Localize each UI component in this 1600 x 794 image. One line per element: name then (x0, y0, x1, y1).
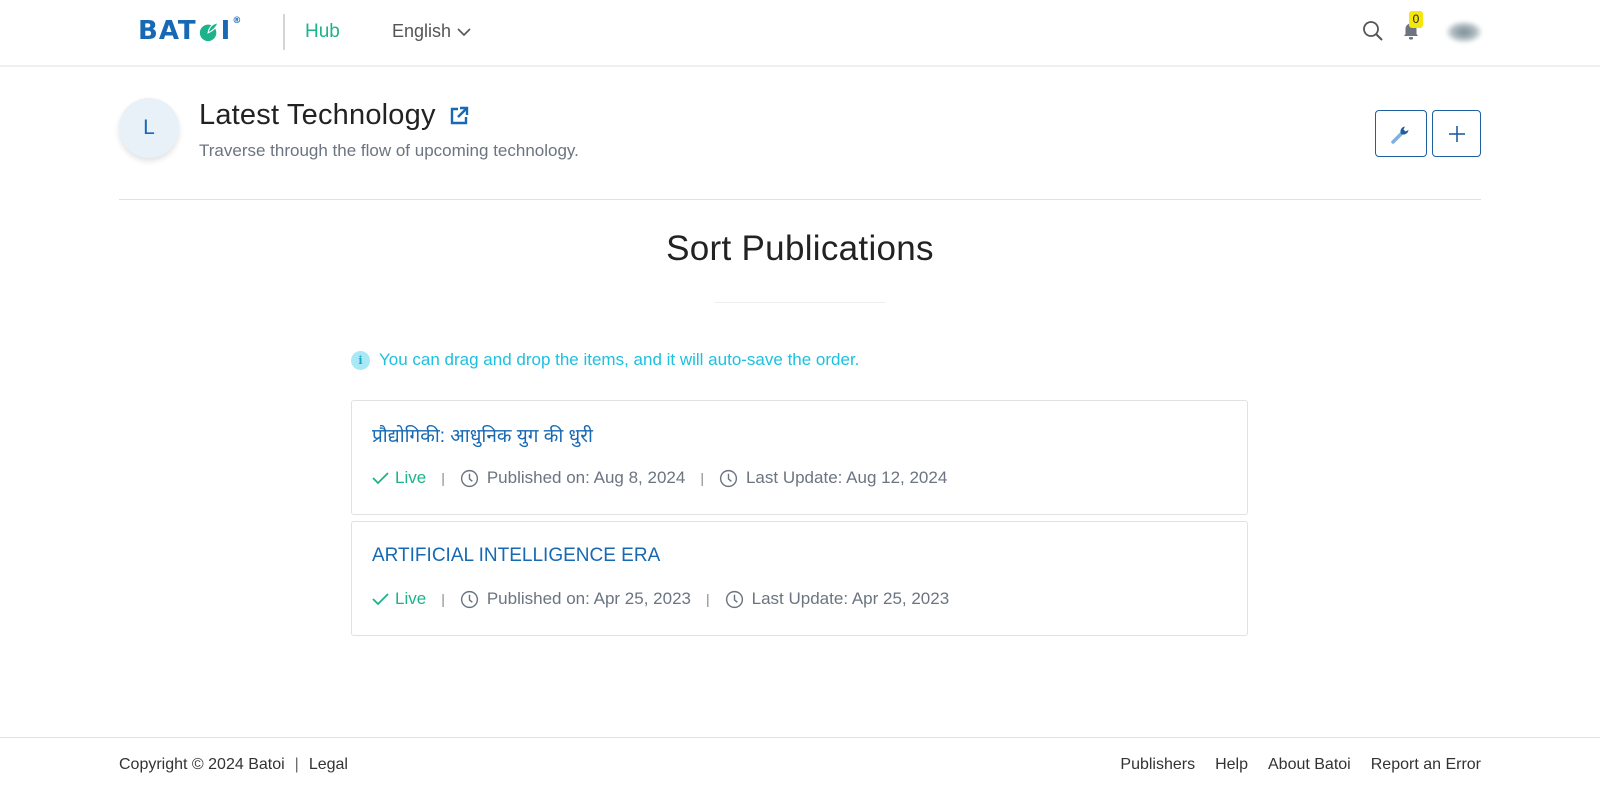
search-icon[interactable] (1362, 20, 1384, 42)
info-icon: i (351, 350, 370, 370)
wrench-icon (1391, 126, 1409, 144)
status-badge: Live (372, 589, 426, 609)
footer-link-report-error[interactable]: Report an Error (1371, 756, 1481, 774)
top-navbar: BAT I ® Hub English 0 (0, 0, 1600, 67)
drag-drop-info: i You can drag and drop the items, and i… (351, 350, 859, 370)
settings-button[interactable] (1375, 110, 1427, 157)
page-title: Sort Publications (666, 229, 934, 268)
language-dropdown[interactable]: English (392, 21, 471, 42)
logo-divider (283, 14, 285, 50)
clock-icon (725, 590, 743, 608)
footer-separator: | (294, 756, 299, 773)
published-date: Published on: Apr 25, 2023 (460, 589, 691, 609)
logo-text-end: I (220, 16, 232, 46)
external-link-icon[interactable] (448, 105, 470, 127)
meta-separator: | (700, 470, 704, 486)
channel-description: Traverse through the flow of upcoming te… (199, 141, 579, 160)
clock-icon (719, 469, 738, 487)
leaf-logo-icon (199, 22, 219, 42)
publication-list: प्रौद्योगिकी: आधुनिक युग की धुरी Live | … (351, 400, 1248, 642)
logo-text: BAT (138, 16, 197, 46)
last-update-date: Last Update: Apr 25, 2023 (725, 589, 950, 609)
info-note-text: You can drag and drop the items, and it … (379, 350, 860, 369)
meta-separator: | (441, 470, 445, 486)
footer-copyright: Copyright © 2024 Batoi | Legal (119, 756, 348, 774)
footer-link-help[interactable]: Help (1215, 756, 1248, 774)
add-button[interactable] (1432, 110, 1481, 157)
legal-link[interactable]: Legal (309, 756, 348, 774)
published-text: Published on: Aug 8, 2024 (486, 468, 686, 487)
channel-title-row: Latest Technology (199, 99, 470, 132)
footer-divider (0, 737, 1600, 738)
footer-links: Publishers Help About Batoi Report an Er… (1120, 756, 1481, 774)
meta-separator: | (441, 591, 445, 607)
check-icon (372, 593, 389, 606)
hub-link[interactable]: Hub (305, 21, 340, 43)
publication-item[interactable]: ARTIFICIAL INTELLIGENCE ERA Live | Publi… (351, 521, 1248, 636)
publication-meta: Live | Published on: Apr 25, 2023 | Last… (372, 588, 1227, 610)
clock-icon (460, 590, 478, 608)
check-icon (372, 472, 389, 485)
status-badge: Live (372, 468, 426, 488)
publication-title[interactable]: ARTIFICIAL INTELLIGENCE ERA (372, 540, 1227, 572)
footer-link-about[interactable]: About Batoi (1268, 756, 1351, 774)
clock-icon (460, 469, 478, 487)
chevron-down-icon (457, 27, 471, 36)
registered-mark: ® (232, 16, 243, 26)
title-underline (714, 302, 886, 303)
batoi-logo[interactable]: BAT I ® (138, 16, 242, 46)
language-label: English (392, 21, 452, 41)
publication-item[interactable]: प्रौद्योगिकी: आधुनिक युग की धुरी Live | … (351, 400, 1248, 515)
footer-link-publishers[interactable]: Publishers (1120, 756, 1195, 774)
published-date: Published on: Aug 8, 2024 (460, 468, 686, 488)
published-text: Published on: Apr 25, 2023 (486, 589, 691, 608)
publication-meta: Live | Published on: Aug 8, 2024 | Last … (372, 467, 1227, 489)
status-label: Live (395, 468, 427, 487)
last-update-text: Last Update: Apr 25, 2023 (751, 589, 950, 608)
copyright-text: Copyright © 2024 Batoi (119, 756, 285, 773)
user-avatar[interactable] (1447, 22, 1481, 42)
last-update-date: Last Update: Aug 12, 2024 (719, 468, 947, 488)
plus-icon (1448, 125, 1465, 142)
status-label: Live (395, 589, 427, 608)
header-divider (119, 199, 1481, 200)
publication-title[interactable]: प्रौद्योगिकी: आधुनिक युग की धुरी (372, 419, 1227, 451)
meta-separator: | (706, 591, 710, 607)
last-update-text: Last Update: Aug 12, 2024 (745, 468, 948, 487)
channel-avatar: L (119, 98, 179, 158)
notification-badge: 0 (1409, 11, 1423, 28)
channel-title: Latest Technology (199, 99, 436, 131)
